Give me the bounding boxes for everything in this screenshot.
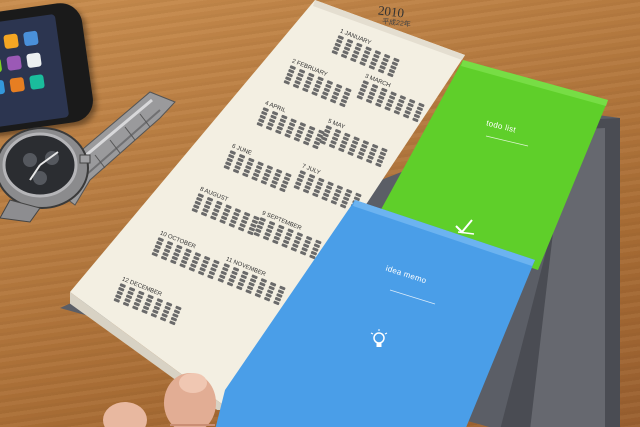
idea-memo-pad <box>215 200 535 427</box>
hand <box>103 373 216 427</box>
photo-scene: 2010 平成22年 1 JANUARY 2 FEBRUARY 3 MARCH … <box>0 0 640 427</box>
